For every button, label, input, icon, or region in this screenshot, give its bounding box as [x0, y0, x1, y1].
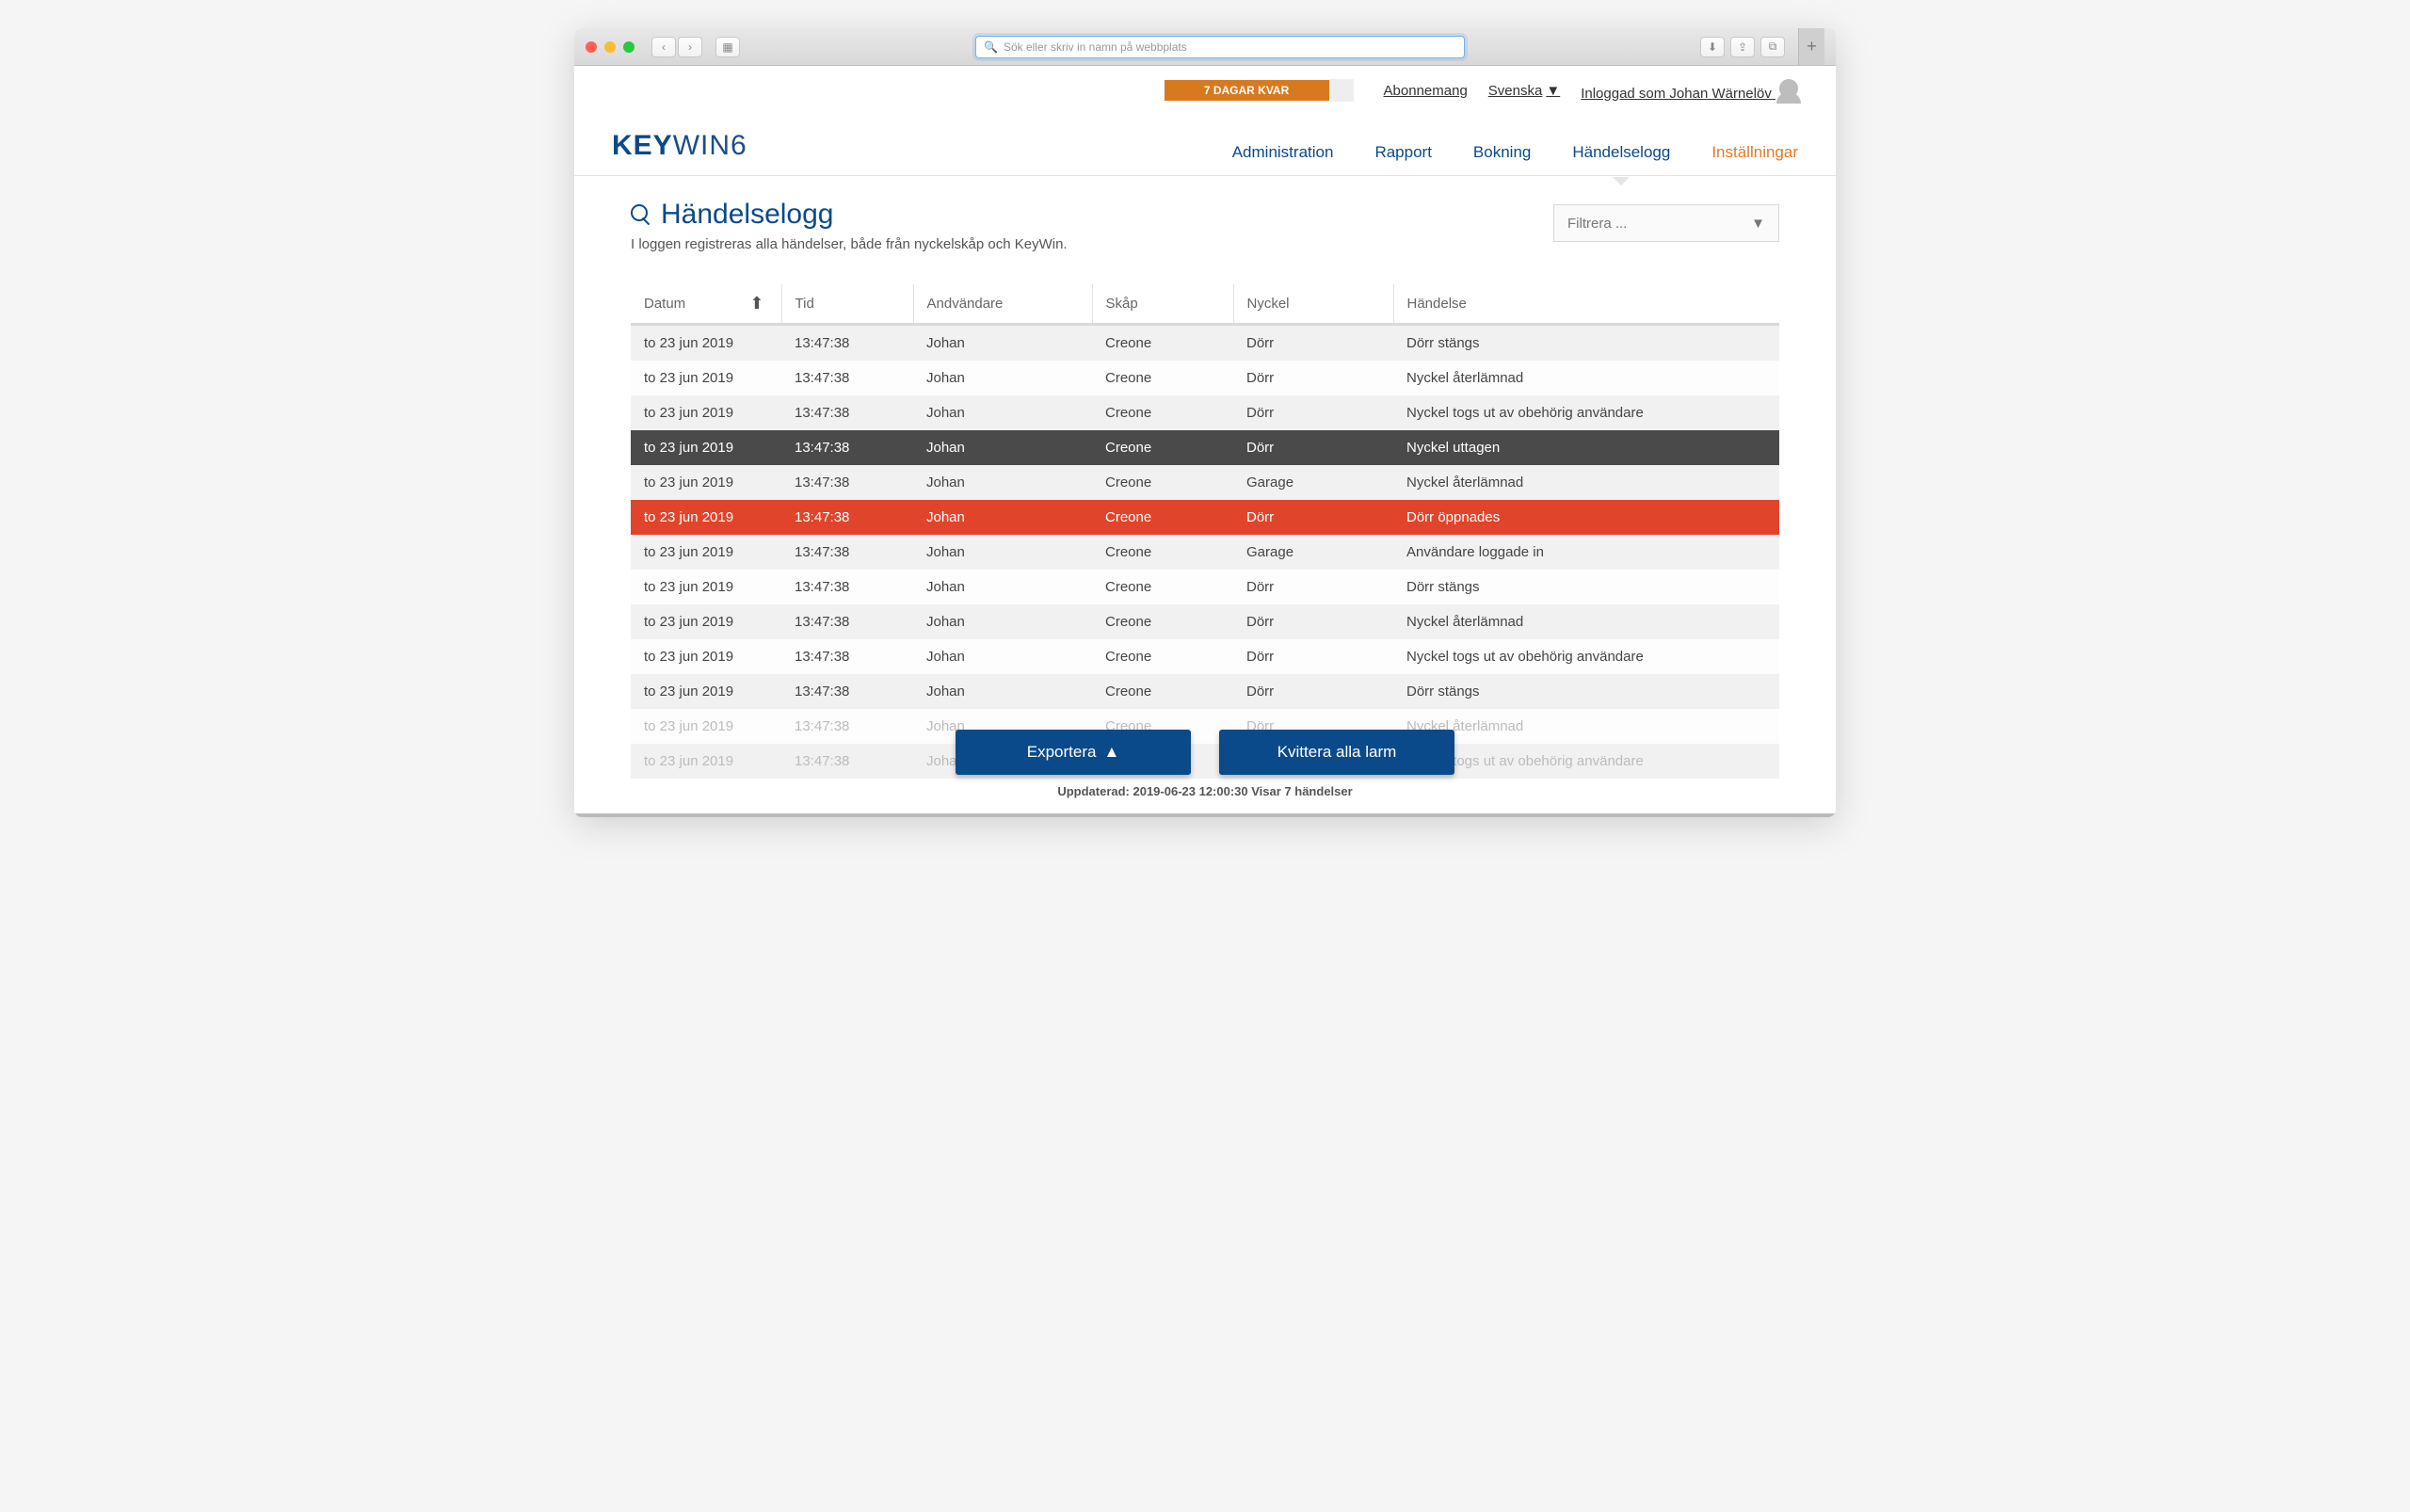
tabs-icon[interactable]: ⧉ — [1760, 37, 1785, 57]
new-tab-button[interactable]: + — [1798, 28, 1824, 65]
fullscreen-window-icon[interactable] — [623, 41, 635, 53]
col-key[interactable]: Nyckel — [1233, 284, 1393, 325]
top-strip: 7 DAGAR KVAR Abonnemang Svenska ▼ Inlogg… — [574, 66, 1836, 111]
table-row[interactable]: to 23 jun 201913:47:38JohanCreoneDörrNyc… — [631, 361, 1779, 395]
table-row[interactable]: to 23 jun 201913:47:38JohanCreoneDörrNyc… — [631, 430, 1779, 465]
page-subtitle: I loggen registreras alla händelser, båd… — [631, 236, 1068, 252]
window-controls — [586, 41, 635, 53]
col-time[interactable]: Tid — [781, 284, 913, 325]
triangle-up-icon: ▲ — [1103, 743, 1119, 762]
sidebar-toggle-icon[interactable]: ▦ — [715, 37, 740, 57]
app-logo: KEYWIN6 — [612, 130, 747, 162]
table-row[interactable]: to 23 jun 201913:47:38JohanCreoneDörrNyc… — [631, 395, 1779, 430]
table-row[interactable]: to 23 jun 201913:47:38JohanCreoneGarageA… — [631, 535, 1779, 570]
search-icon: 🔍 — [984, 40, 998, 54]
downloads-icon[interactable]: ⬇ — [1700, 37, 1725, 57]
forward-button[interactable]: › — [678, 37, 702, 57]
subscription-link[interactable]: Abonnemang — [1384, 83, 1468, 99]
status-footer: Uppdaterad: 2019-06-23 12:00:30 Visar 7 … — [631, 775, 1779, 813]
back-button[interactable]: ‹ — [651, 37, 676, 57]
page-title: Händelselogg — [631, 199, 1068, 231]
col-date[interactable]: Datum ⬆ — [631, 284, 781, 325]
export-button[interactable]: Exportera ▲ — [956, 730, 1191, 775]
close-window-icon[interactable] — [586, 41, 597, 53]
magnifier-icon — [631, 204, 651, 225]
col-event[interactable]: Händelse — [1393, 284, 1779, 325]
language-selector[interactable]: Svenska ▼ — [1488, 83, 1560, 99]
logged-in-user[interactable]: Inloggad som Johan Wärnelöv — [1581, 79, 1798, 102]
header: KEYWIN6 Administration Rapport Bokning Händ… — [574, 111, 1836, 176]
browser-window: ‹ › ▦ 🔍 Sök eller skriv in namn på webbp… — [574, 28, 1836, 817]
acknowledge-alarms-button[interactable]: Kvittera alla larm — [1219, 730, 1454, 775]
table-row[interactable]: to 23 jun 201913:47:38JohanCreoneDörrDör… — [631, 674, 1779, 709]
chevron-down-icon: ▼ — [1751, 216, 1765, 232]
sort-asc-icon[interactable]: ⬆ — [749, 294, 763, 314]
table-row[interactable]: to 23 jun 201913:47:38JohanCreoneDörrDör… — [631, 500, 1779, 535]
table-row[interactable]: to 23 jun 201913:47:38JohanCreoneDörrNyc… — [631, 604, 1779, 639]
table-row[interactable]: to 23 jun 201913:47:38JohanCreoneDörrDör… — [631, 570, 1779, 604]
address-placeholder: Sök eller skriv in namn på webbplats — [1004, 40, 1187, 54]
trial-days-label: 7 DAGAR KVAR — [1165, 80, 1329, 101]
trial-progress: 7 DAGAR KVAR — [1165, 79, 1354, 102]
titlebar: ‹ › ▦ 🔍 Sök eller skriv in namn på webbp… — [574, 28, 1836, 66]
table-row[interactable]: to 23 jun 201913:47:38JohanCreoneDörrDör… — [631, 325, 1779, 362]
event-log-table: Datum ⬆ Tid Andvändare Skåp Nyckel Hände… — [631, 284, 1779, 779]
nav-administration[interactable]: Administration — [1232, 143, 1334, 162]
table-row[interactable]: to 23 jun 201913:47:38JohanCreoneDörrNyc… — [631, 709, 1779, 744]
filter-dropdown[interactable]: Filtrera ... ▼ — [1553, 204, 1779, 242]
user-icon — [1779, 79, 1798, 98]
table-row[interactable]: to 23 jun 201913:47:38JohanCreoneGarageN… — [631, 465, 1779, 500]
chevron-down-icon: ▼ — [1546, 83, 1560, 99]
main-nav: Administration Rapport Bokning Händelselogg… — [1232, 143, 1798, 162]
table-row[interactable]: to 23 jun 201913:47:38JohanCreoneGarageN… — [631, 744, 1779, 779]
minimize-window-icon[interactable] — [604, 41, 616, 53]
table-row[interactable]: to 23 jun 201913:47:38JohanCreoneDörrNyc… — [631, 639, 1779, 674]
share-icon[interactable]: ⇪ — [1730, 37, 1755, 57]
col-cabinet[interactable]: Skåp — [1092, 284, 1233, 325]
col-user[interactable]: Andvändare — [913, 284, 1092, 325]
nav-inställningar[interactable]: Inställningar — [1711, 143, 1798, 162]
address-bar[interactable]: 🔍 Sök eller skriv in namn på webbplats — [975, 36, 1465, 58]
nav-händelselogg[interactable]: Händelselogg — [1572, 143, 1670, 162]
nav-rapport[interactable]: Rapport — [1374, 143, 1431, 162]
nav-bokning[interactable]: Bokning — [1473, 143, 1531, 162]
